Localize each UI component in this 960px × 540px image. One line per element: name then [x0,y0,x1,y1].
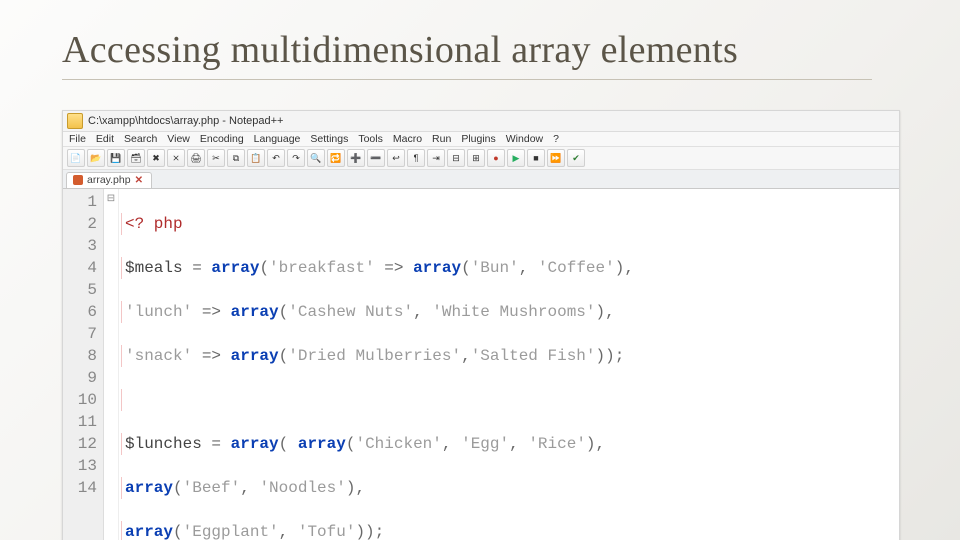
save-all-icon[interactable]: 🗃 [127,149,145,167]
unfold-all-icon[interactable]: ⊞ [467,149,485,167]
menu-file[interactable]: File [69,133,86,145]
stop-macro-icon[interactable]: ■ [527,149,545,167]
slide-title: Accessing multidimensional array element… [62,28,738,72]
close-all-icon[interactable]: ⨯ [167,149,185,167]
menu-settings[interactable]: Settings [310,133,348,145]
menu-plugins[interactable]: Plugins [461,133,495,145]
close-icon[interactable]: ✖ [147,149,165,167]
code-lines[interactable]: <? php $meals = array('breakfast' => arr… [119,189,899,540]
record-macro-icon[interactable]: ● [487,149,505,167]
spellcheck-icon[interactable]: ✔ [567,149,585,167]
app-icon [67,113,83,129]
file-tab-label: array.php [87,174,131,186]
window-titlebar: C:\xampp\htdocs\array.php - Notepad++ [63,111,899,132]
paste-icon[interactable]: 📋 [247,149,265,167]
menu-view[interactable]: View [167,133,190,145]
show-chars-icon[interactable]: ¶ [407,149,425,167]
menu-help[interactable]: ? [553,133,559,145]
menu-tools[interactable]: Tools [358,133,383,145]
fold-column: ⊟ [104,189,119,540]
php-open-tag: <? php [125,215,183,233]
play-multi-icon[interactable]: ⏩ [547,149,565,167]
editor-screenshot: C:\xampp\htdocs\array.php - Notepad++ Fi… [62,110,900,540]
cut-icon[interactable]: ✂ [207,149,225,167]
save-icon[interactable]: 💾 [107,149,125,167]
copy-icon[interactable]: ⧉ [227,149,245,167]
menu-edit[interactable]: Edit [96,133,114,145]
print-icon[interactable]: 🖨 [187,149,205,167]
fold-toggle-icon[interactable]: ⊟ [104,189,118,211]
fold-all-icon[interactable]: ⊟ [447,149,465,167]
wrap-icon[interactable]: ↩ [387,149,405,167]
menu-run[interactable]: Run [432,133,451,145]
new-icon[interactable]: 📄 [67,149,85,167]
replace-icon[interactable]: 🔁 [327,149,345,167]
tab-strip: array.php ✕ [63,170,899,189]
undo-icon[interactable]: ↶ [267,149,285,167]
slide-title-text: Accessing multidimensional array element… [62,29,738,71]
open-icon[interactable]: 📂 [87,149,105,167]
play-macro-icon[interactable]: ▶ [507,149,525,167]
zoom-out-icon[interactable]: ➖ [367,149,385,167]
menu-macro[interactable]: Macro [393,133,422,145]
find-icon[interactable]: 🔍 [307,149,325,167]
toolbar: 📄 📂 💾 🗃 ✖ ⨯ 🖨 ✂ ⧉ 📋 ↶ ↷ 🔍 🔁 ➕ ➖ ↩ ¶ ⇥ ⊟ … [63,147,899,170]
window-title-text: C:\xampp\htdocs\array.php - Notepad++ [88,115,283,127]
title-underline [62,79,872,80]
redo-icon[interactable]: ↷ [287,149,305,167]
menu-encoding[interactable]: Encoding [200,133,244,145]
file-tab-array[interactable]: array.php ✕ [66,172,152,188]
indent-guide-icon[interactable]: ⇥ [427,149,445,167]
zoom-in-icon[interactable]: ➕ [347,149,365,167]
menu-search[interactable]: Search [124,133,157,145]
menu-window[interactable]: Window [506,133,543,145]
line-number-gutter: 1234567 891011121314 [63,189,104,540]
menu-bar: File Edit Search View Encoding Language … [63,132,899,147]
code-area: 1234567 891011121314 ⊟ <? php $meals = a… [63,189,899,540]
menu-language[interactable]: Language [254,133,301,145]
tab-close-icon[interactable]: ✕ [135,175,143,186]
file-modified-icon [73,175,83,185]
